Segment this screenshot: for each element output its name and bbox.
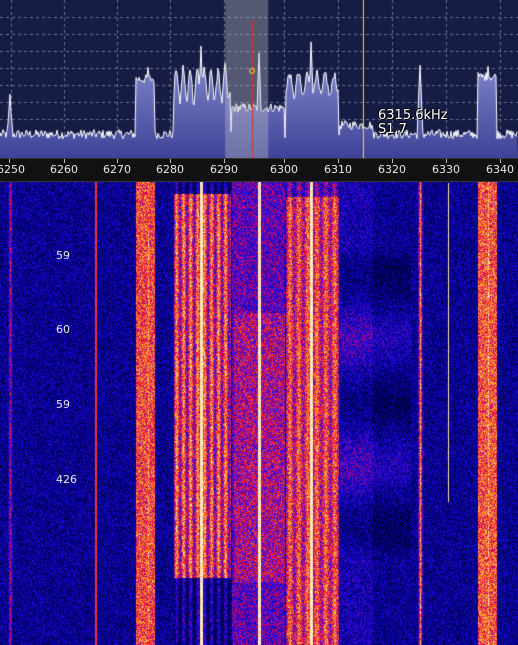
waterfall-label: 59 xyxy=(56,398,70,411)
axis-tick-label: 6290 xyxy=(210,163,238,176)
axis-tick-label: 6330 xyxy=(432,163,460,176)
axis-tick-label: 6320 xyxy=(378,163,406,176)
axis-tick-label: 6280 xyxy=(156,163,184,176)
waterfall-label: 59 xyxy=(56,249,70,262)
waterfall-display[interactable] xyxy=(0,182,518,645)
axis-tick-label: 6300 xyxy=(270,163,298,176)
axis-tick-label: 6340 xyxy=(486,163,514,176)
cursor-frequency: 6315.6kHz xyxy=(378,108,448,123)
waterfall-label: 426 xyxy=(56,473,77,486)
cursor-readout: 6315.6kHz S1.7 xyxy=(378,109,448,137)
axis-tick-label: 6250 xyxy=(0,163,25,176)
signal-level: S1.7 xyxy=(378,122,407,137)
axis-tick-label: 6260 xyxy=(50,163,78,176)
axis-tick-label: 6310 xyxy=(324,163,352,176)
waterfall-label: 60 xyxy=(56,323,70,336)
frequency-axis[interactable]: 6250 6260 6270 6280 6290 6300 6310 6320 … xyxy=(0,158,518,182)
axis-tick-label: 6270 xyxy=(103,163,131,176)
